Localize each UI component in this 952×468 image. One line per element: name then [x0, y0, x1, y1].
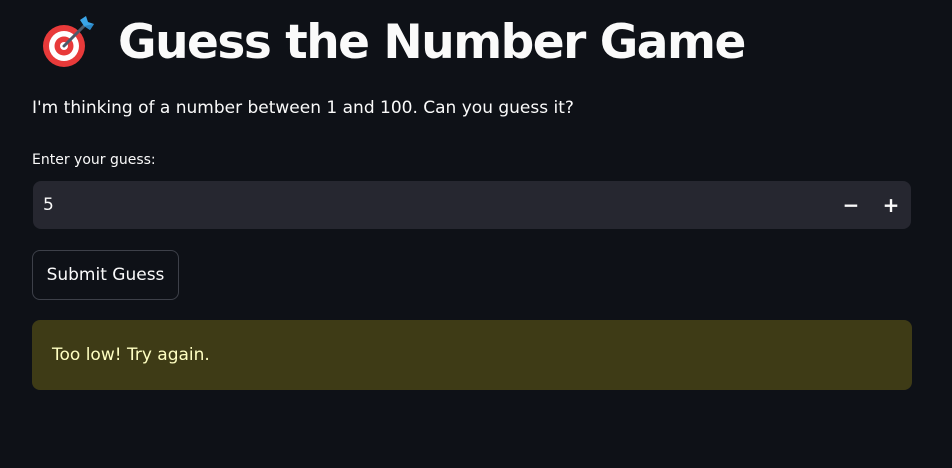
submit-guess-button[interactable]: Submit Guess	[32, 250, 179, 300]
app-page: Guess the Number Game I'm thinking of a …	[0, 0, 952, 468]
decrement-button[interactable]: −	[831, 181, 871, 229]
page-title: Guess the Number Game	[118, 14, 746, 70]
feedback-message: Too low! Try again.	[52, 345, 210, 365]
target-icon	[43, 16, 94, 67]
feedback-alert: Too low! Try again.	[32, 320, 912, 390]
intro-text: I'm thinking of a number between 1 and 1…	[32, 98, 574, 118]
guess-number-input: − +	[33, 180, 911, 230]
guess-input-field[interactable]	[33, 180, 831, 230]
page-header: Guess the Number Game	[40, 10, 746, 74]
guess-input-label: Enter your guess:	[32, 152, 156, 168]
increment-button[interactable]: +	[871, 181, 911, 229]
